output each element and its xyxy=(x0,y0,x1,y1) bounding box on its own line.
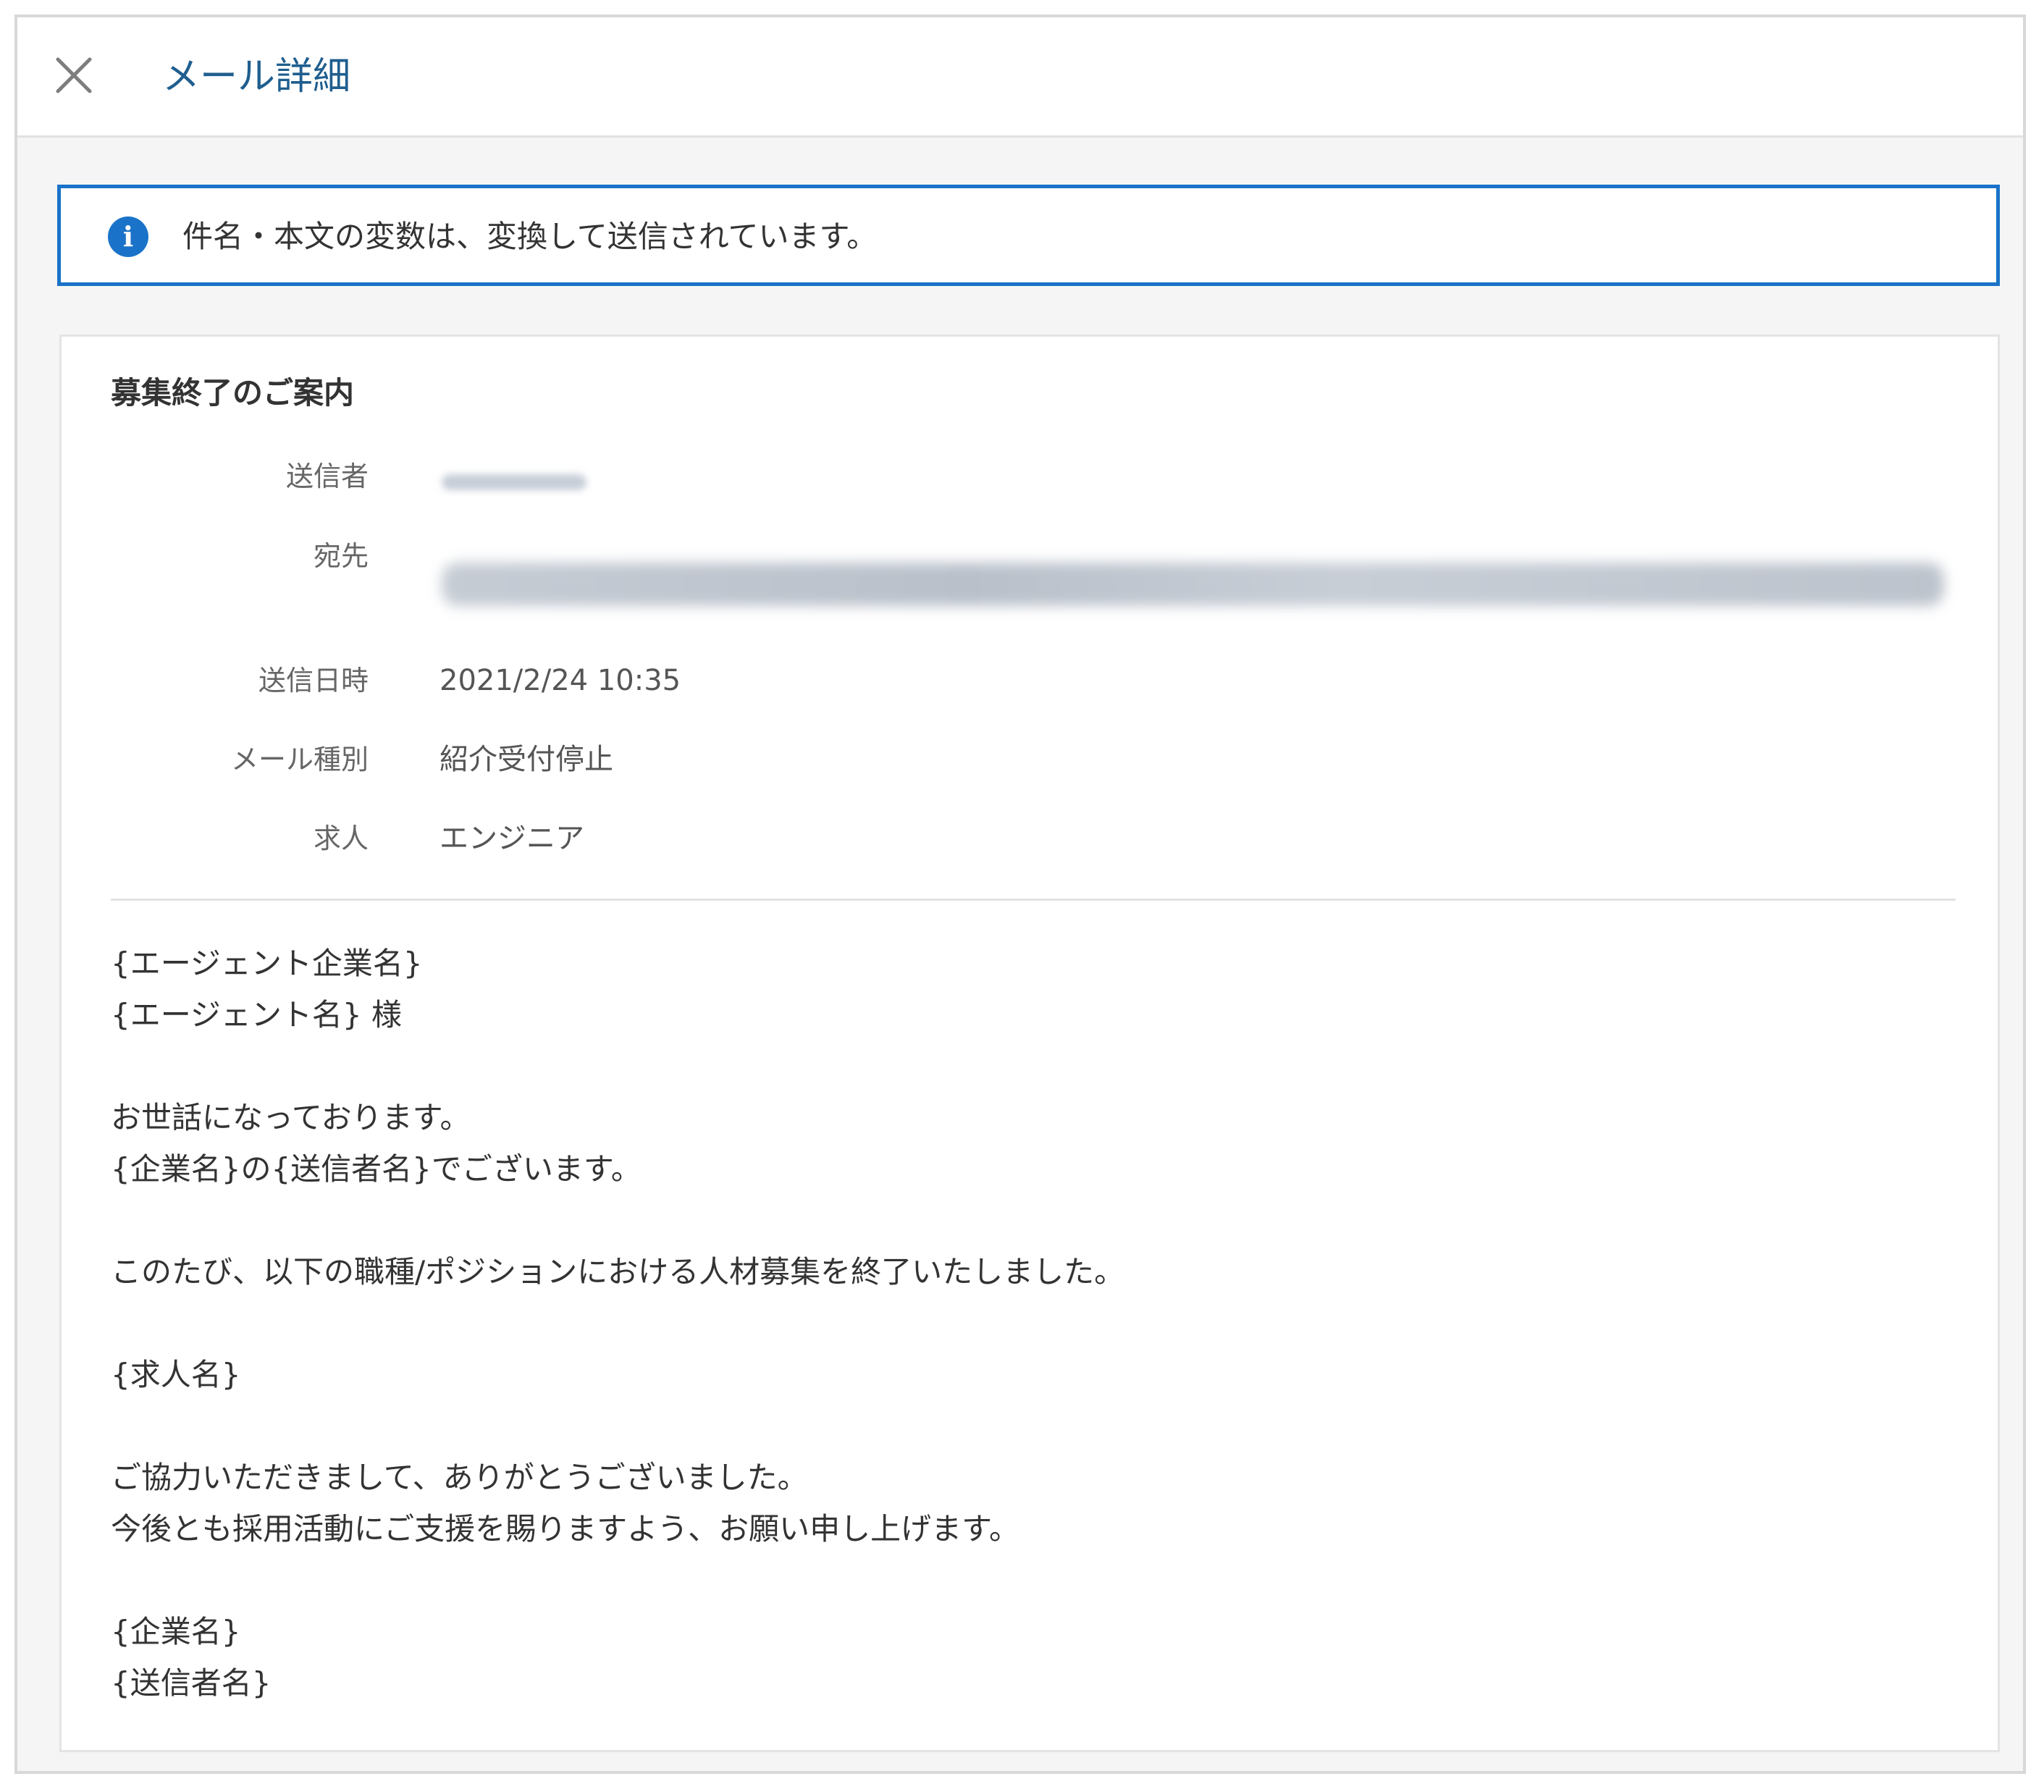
sender-value-redacted xyxy=(442,474,586,490)
info-icon: i xyxy=(108,216,148,257)
mail-type-label: メール種別 xyxy=(230,744,369,775)
dialog-title: メール詳細 xyxy=(162,55,351,98)
job-value: エンジニア xyxy=(439,822,584,855)
recipient-label: 宛先 xyxy=(313,540,369,572)
sent-at-value: 2021/2/24 10:35 xyxy=(439,664,681,697)
divider xyxy=(111,899,1956,901)
mail-detail-dialog: メール詳細 i 件名・本文の変数は、変換して送信されています。 募集終了のご案内… xyxy=(14,14,2026,1774)
close-button[interactable] xyxy=(52,54,96,97)
dialog-header: メール詳細 xyxy=(17,17,2023,138)
sender-label: 送信者 xyxy=(285,460,369,492)
mail-type-value: 紹介受付停止 xyxy=(439,743,613,776)
mail-body: {エージェント企業名} {エージェント名} 様 お世話になっております。 {企業… xyxy=(111,946,1125,1701)
notice-text: 件名・本文の変数は、変換して送信されています。 xyxy=(182,219,878,254)
info-notice: i 件名・本文の変数は、変換して送信されています。 xyxy=(57,185,2000,286)
mail-card: 募集終了のご案内 送信者 宛先 送信日時 2021/2/24 10:35 メール… xyxy=(59,335,2000,1752)
mail-subject: 募集終了のご案内 xyxy=(111,375,355,411)
sent-at-label: 送信日時 xyxy=(258,665,369,697)
recipient-value-redacted xyxy=(442,563,1944,606)
job-label: 求人 xyxy=(313,823,369,854)
close-icon xyxy=(56,57,92,93)
